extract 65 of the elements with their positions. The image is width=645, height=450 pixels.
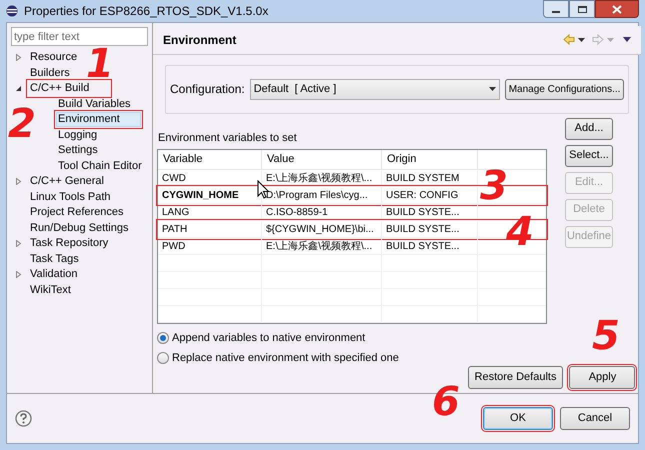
radio-label[interactable]: Append variables to native environment xyxy=(172,330,366,346)
expand-arrow-icon[interactable] xyxy=(15,271,22,278)
close-button[interactable] xyxy=(595,0,639,18)
table-cell: LANG xyxy=(158,204,262,220)
tree-item[interactable]: Tool Chain Editor xyxy=(56,158,144,174)
side-button[interactable]: Select... xyxy=(565,144,613,166)
radio-label[interactable]: Replace native environment with specified one xyxy=(172,350,399,366)
close-icon xyxy=(612,4,622,14)
tree-item[interactable]: Build Variables xyxy=(56,96,133,112)
tree-item[interactable]: Task Repository xyxy=(28,236,110,252)
table-cell: BUILD SYSTE... xyxy=(382,204,478,220)
column-header[interactable]: Variable xyxy=(158,150,262,169)
expand-arrow-icon[interactable] xyxy=(15,240,22,248)
table-caption: Environment variables to set xyxy=(158,130,298,146)
radio-button[interactable] xyxy=(157,352,169,364)
filter-field[interactable]: type filter text xyxy=(11,27,148,46)
app-icon xyxy=(6,5,18,17)
column-header[interactable]: Value xyxy=(262,150,382,169)
annotation-number: 2 xyxy=(8,104,36,144)
table-cell: USER: CONFIG xyxy=(382,187,478,203)
view-menu-icon[interactable] xyxy=(623,37,632,42)
table-cell: ${CYGWIN_HOME}\bi... xyxy=(262,221,382,237)
table-cell: BUILD SYSTE... xyxy=(382,238,478,254)
tree-item[interactable]: Validation xyxy=(28,267,80,282)
tree-item[interactable]: C/C++ General xyxy=(28,174,106,190)
side-button[interactable]: Add... xyxy=(565,118,613,140)
tree-item[interactable]: Task Tags xyxy=(28,252,81,267)
dialog-button[interactable]: Cancel xyxy=(560,407,630,430)
help-icon[interactable] xyxy=(15,410,32,427)
page-button[interactable]: Apply xyxy=(569,366,636,389)
table-cell: C.ISO-8859-1 xyxy=(262,204,382,220)
dropdown-icon xyxy=(488,87,496,92)
window-title: Properties for ESP8266_RTOS_SDK_V1.5.0x xyxy=(24,3,268,20)
tree-item[interactable]: Environment xyxy=(56,112,141,128)
configuration-label: Configuration: xyxy=(170,81,245,98)
configuration-dropdown[interactable]: Default [ Active ] xyxy=(250,78,500,100)
annotation-number: 5 xyxy=(592,316,620,356)
tree-item[interactable]: Builders xyxy=(28,66,72,81)
collapse-arrow-icon[interactable] xyxy=(15,85,22,92)
tree-item[interactable]: WikiText xyxy=(28,282,73,298)
table-cell: BUILD SYSTE... xyxy=(382,221,478,237)
table-cell: BUILD SYSTEM xyxy=(382,170,478,186)
tree-item[interactable]: Project References xyxy=(28,205,126,220)
expand-arrow-icon[interactable] xyxy=(15,54,22,62)
radio-button[interactable] xyxy=(157,332,169,344)
page-title: Environment xyxy=(163,32,236,49)
manage-configurations-button[interactable]: Manage Configurations... xyxy=(504,78,624,100)
table-cell: E:\上海乐鑫\视频教程\... xyxy=(262,238,382,254)
dropdown-icon[interactable] xyxy=(578,38,586,42)
table-cell: PATH xyxy=(158,221,262,237)
tree-item[interactable]: Logging xyxy=(56,128,100,143)
minimize-button[interactable] xyxy=(543,0,569,18)
dialog-button[interactable]: OK xyxy=(483,407,553,430)
tree-item[interactable]: Linux Tools Path xyxy=(28,190,113,205)
annotation-number: 6 xyxy=(432,382,460,422)
expand-arrow-icon[interactable] xyxy=(15,178,22,186)
annotation-number: 1 xyxy=(86,44,114,84)
tree-item[interactable]: Resource xyxy=(28,50,80,66)
table-cell: PWD xyxy=(158,238,262,254)
tree-item[interactable]: Settings xyxy=(56,143,100,158)
tree-item[interactable]: C/C++ Build xyxy=(28,81,110,96)
page-button[interactable]: Restore Defaults xyxy=(468,366,564,389)
column-header[interactable]: Origin xyxy=(382,150,478,169)
maximize-button[interactable] xyxy=(569,0,595,18)
tree-item[interactable]: Run/Debug Settings xyxy=(28,220,130,236)
